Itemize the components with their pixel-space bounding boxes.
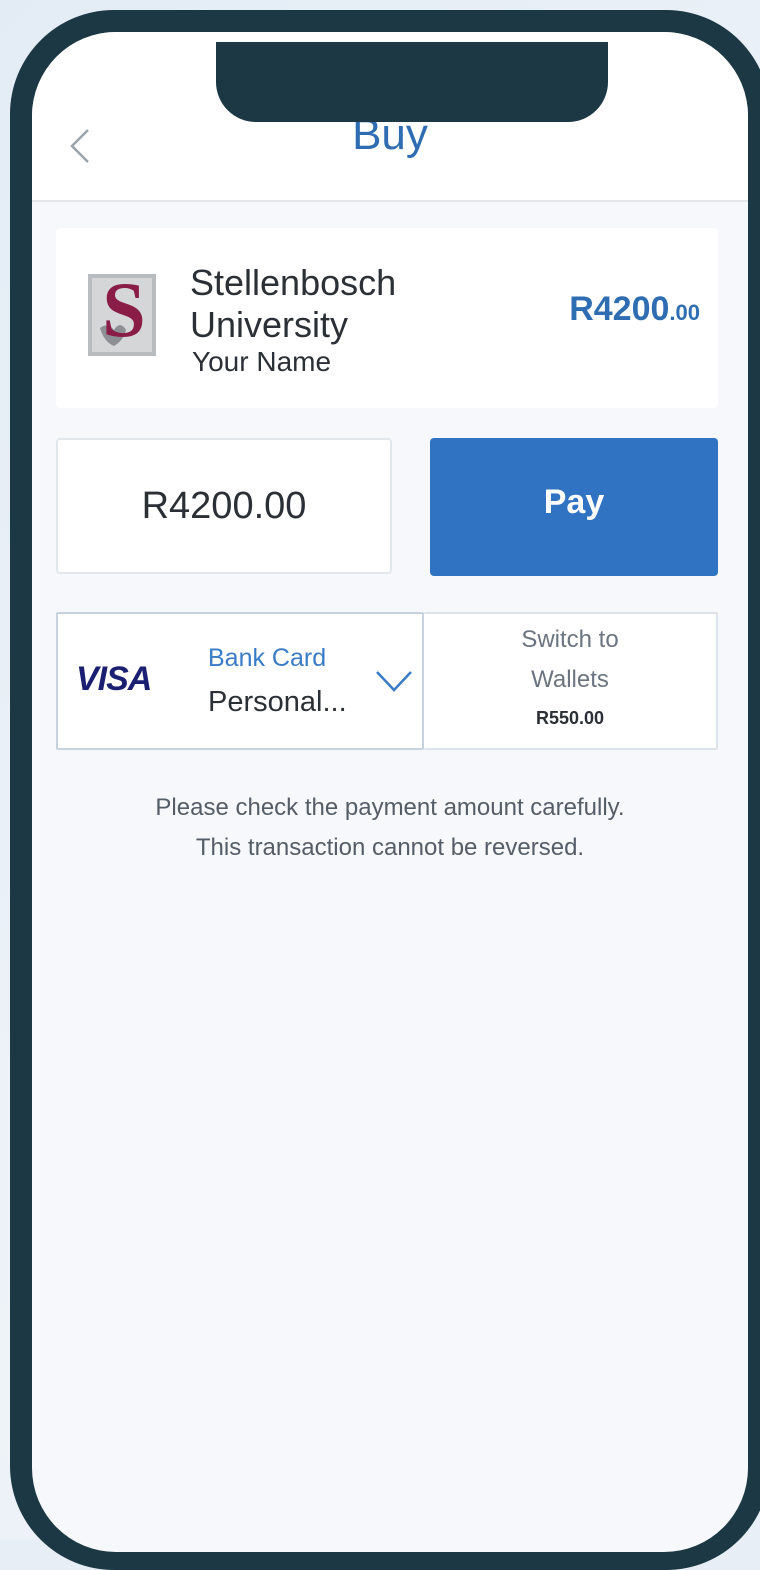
switch-wallets-line2: Wallets — [531, 666, 609, 693]
pay-button[interactable]: Pay — [430, 438, 718, 576]
merchant-amount-main: R4200 — [569, 290, 670, 328]
phone-screen: Buy S Stellenbosch University Your Name … — [32, 32, 748, 1552]
notice-line1: Please check the payment amount carefull… — [155, 794, 625, 821]
payment-method-value: Personal... — [208, 686, 347, 718]
stellenbosch-logo: S — [88, 270, 156, 356]
phone-notch — [216, 42, 608, 122]
phone-frame: Buy S Stellenbosch University Your Name … — [10, 10, 760, 1570]
merchant-subtitle: Your Name — [192, 346, 332, 377]
merchant-amount-cents: .00 — [669, 300, 700, 325]
payment-method-selector[interactable]: VISA Bank Card Personal... — [56, 612, 424, 750]
merchant-amount: R4200.00 — [569, 290, 700, 329]
switch-to-wallets-button[interactable]: Switch to Wallets R550.00 — [424, 612, 718, 750]
payment-method-label: Bank Card — [208, 644, 327, 672]
wallet-balance: R550.00 — [535, 708, 605, 728]
logo-letter: S — [102, 270, 145, 353]
amount-input[interactable]: R4200.00 — [56, 438, 392, 574]
visa-logo: VISA — [76, 660, 152, 698]
notice-line2: This transaction cannot be reversed. — [195, 834, 585, 861]
payment-notice: Please check the payment amount carefull… — [32, 788, 748, 868]
merchant-name: Stellenbosch University — [190, 262, 397, 345]
chevron-down-icon — [376, 671, 412, 692]
switch-wallets-line1: Switch to — [521, 626, 619, 653]
merchant-card: S Stellenbosch University Your Name R420… — [56, 228, 718, 408]
